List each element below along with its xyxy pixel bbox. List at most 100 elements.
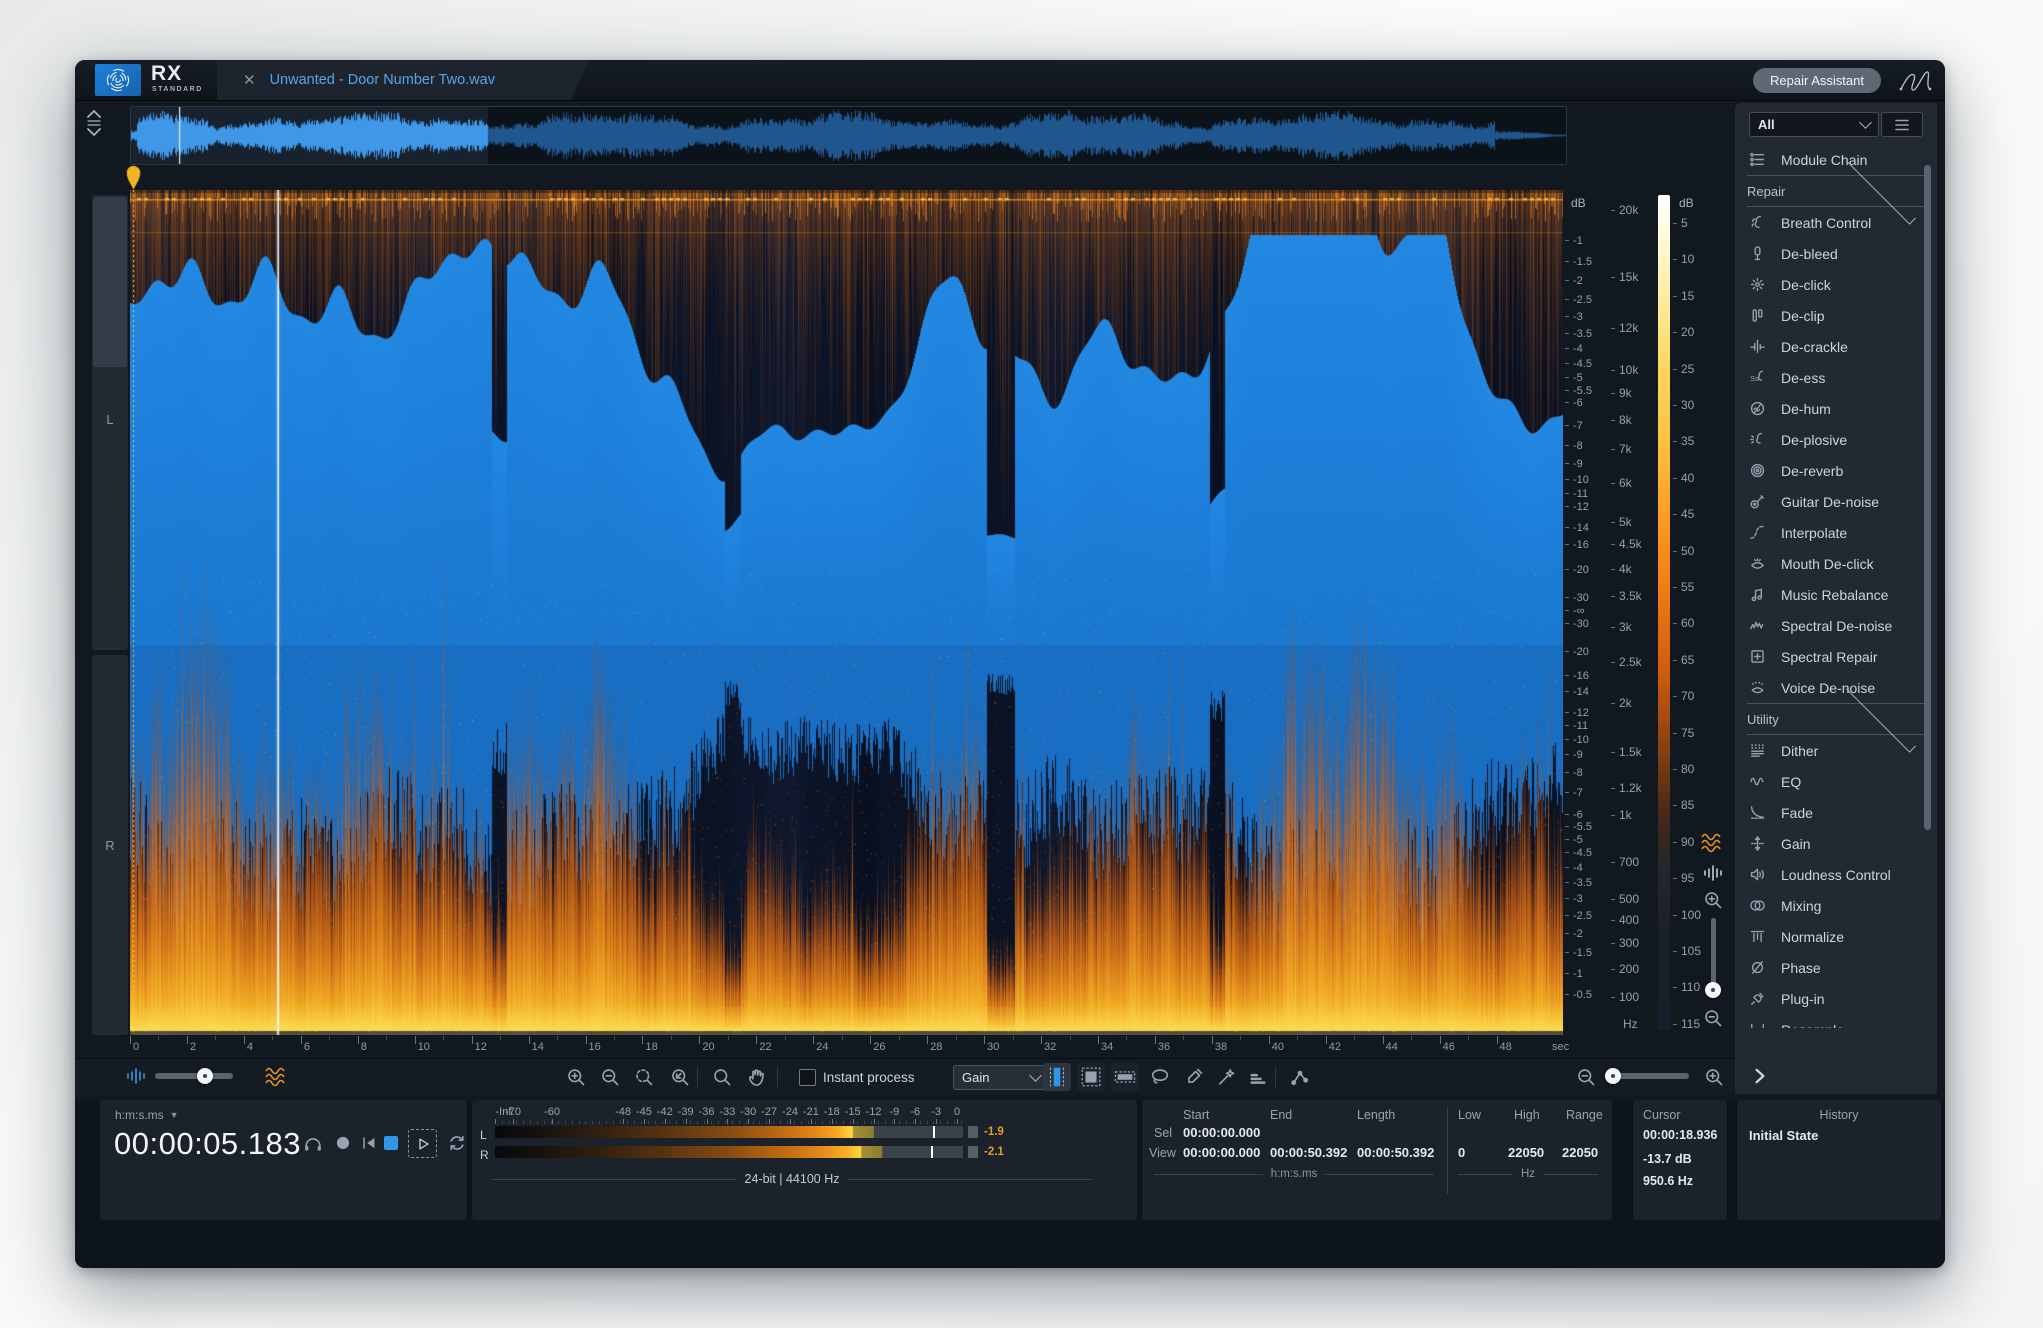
module-item-module-chain[interactable]: Module Chain (1735, 144, 1937, 175)
module-item-de-hum[interactable]: De-hum (1735, 393, 1937, 424)
freq-low-value[interactable]: 0 (1458, 1145, 1465, 1160)
history-item[interactable]: Initial State (1737, 1122, 1941, 1143)
freq-high-value[interactable]: 22050 (1508, 1145, 1544, 1160)
close-tab-icon[interactable]: ✕ (243, 71, 256, 89)
nodes-tool-button[interactable] (1287, 1064, 1313, 1090)
lasso-tool-button[interactable] (1147, 1064, 1173, 1090)
meter-scale-tick (811, 1119, 812, 1124)
module-item-fade[interactable]: Fade (1735, 797, 1937, 828)
play-button[interactable] (408, 1129, 437, 1158)
waveform-overview[interactable] (130, 106, 1567, 165)
time-selection-tool[interactable] (1043, 1063, 1071, 1091)
module-filter-select[interactable]: All (1749, 112, 1879, 137)
module-item-de-bleed[interactable]: De-bleed (1735, 238, 1937, 269)
meter-scale-label: -24 (782, 1106, 798, 1118)
module-item-phase[interactable]: Phase (1735, 952, 1937, 983)
meter-bar-left (495, 1126, 963, 1138)
magnify-tool-button[interactable] (709, 1064, 735, 1090)
module-item-gain[interactable]: Gain (1735, 828, 1937, 859)
loop-button[interactable] (444, 1130, 470, 1156)
vertical-zoom-slider[interactable] (1711, 918, 1716, 990)
module-item-spectral-de-noise[interactable]: Spectral De-noise (1735, 610, 1937, 641)
process-selector[interactable]: Gain (953, 1065, 1049, 1090)
module-item-de-reverb[interactable]: De-reverb (1735, 455, 1937, 486)
waveform-view-icon[interactable] (125, 1067, 147, 1085)
brush-tool-button[interactable] (1181, 1064, 1207, 1090)
time-ruler[interactable]: sec 024681012141618202224262830323436384… (130, 1036, 1563, 1058)
module-item-resample[interactable]: Resample (1735, 1014, 1937, 1028)
playhead-time-display[interactable]: 00:00:05.183 (114, 1126, 301, 1162)
module-item-spectral-repair[interactable]: Spectral Repair (1735, 641, 1937, 672)
view-blend-slider-knob[interactable] (197, 1068, 213, 1084)
module-item-plug-in[interactable]: Plug-in (1735, 983, 1937, 1014)
module-item-interpolate[interactable]: Interpolate (1735, 517, 1937, 548)
stop-button[interactable] (384, 1136, 398, 1150)
record-button[interactable] (330, 1130, 356, 1156)
view-blend-slider[interactable] (155, 1073, 233, 1079)
module-item-de-crackle[interactable]: De-crackle (1735, 331, 1937, 362)
module-item-voice-de-noise[interactable]: Voice De-noise (1735, 672, 1937, 703)
module-menu-button[interactable] (1881, 112, 1923, 137)
view-length-value[interactable]: 00:00:50.392 (1357, 1145, 1434, 1160)
module-item-eq[interactable]: EQ (1735, 766, 1937, 797)
spectrogram-colorbar[interactable] (1658, 195, 1670, 1030)
h-zoom-in-button[interactable] (1701, 1064, 1727, 1090)
module-section-header-repair[interactable]: Repair (1747, 175, 1925, 207)
freq-range-value[interactable]: 22050 (1562, 1145, 1598, 1160)
ruler-tick (1041, 1036, 1042, 1044)
module-item-de-click[interactable]: De-click (1735, 269, 1937, 300)
izotope-logo[interactable] (95, 64, 141, 96)
zoom-out-time-button[interactable] (597, 1064, 623, 1090)
frequency-selection-tool[interactable] (1111, 1063, 1139, 1091)
fill-tool-button[interactable] (1245, 1064, 1271, 1090)
spectrogram-display[interactable] (130, 190, 1563, 1035)
de-reverb-icon (1749, 463, 1769, 479)
vertical-zoom-out-icon[interactable] (1703, 1008, 1723, 1028)
file-tab[interactable]: ✕ Unwanted - Door Number Two.wav (217, 60, 589, 100)
module-item-loudness-control[interactable]: Loudness Control (1735, 859, 1937, 890)
module-item-de-plosive[interactable]: De-plosive (1735, 424, 1937, 455)
vertical-zoom-in-icon[interactable] (1703, 890, 1723, 910)
meter-minor-tick (773, 1121, 774, 1124)
h-zoom-out-button[interactable] (1573, 1064, 1599, 1090)
module-item-label: EQ (1781, 774, 1801, 790)
vertical-zoom-slider-knob[interactable] (1705, 982, 1721, 998)
panel-collapse-icon[interactable] (1751, 1066, 1769, 1086)
overview-expand-icon[interactable] (83, 108, 105, 138)
meter-minor-tick (732, 1121, 733, 1124)
sel-start-value[interactable]: 00:00:00.000 (1183, 1125, 1260, 1140)
module-item-de-ess[interactable]: SsDe-ess (1735, 362, 1937, 393)
grab-tool-button[interactable] (743, 1064, 769, 1090)
clip-indicator-right[interactable] (968, 1146, 978, 1158)
time-format-selector[interactable]: h:m:s.ms ▼ (115, 1108, 179, 1122)
h-zoom-slider-knob[interactable] (1605, 1068, 1621, 1084)
module-item-normalize[interactable]: Normalize (1735, 921, 1937, 952)
zoom-reset-button[interactable] (667, 1064, 693, 1090)
spectrogram-view-icon[interactable] (263, 1066, 291, 1088)
module-item-mouth-de-click[interactable]: Mouth De-click (1735, 548, 1937, 579)
meter-minor-tick (648, 1121, 649, 1124)
module-item-guitar-de-noise[interactable]: Guitar De-noise (1735, 486, 1937, 517)
zoom-selection-button[interactable] (631, 1064, 657, 1090)
view-start-value[interactable]: 00:00:00.000 (1183, 1145, 1260, 1160)
gutter-scroll-thumb[interactable] (93, 197, 127, 367)
module-item-de-clip[interactable]: De-clip (1735, 300, 1937, 331)
view-end-value[interactable]: 00:00:50.392 (1270, 1145, 1347, 1160)
magic-wand-tool-button[interactable] (1213, 1064, 1239, 1090)
waveform-emphasis-icon[interactable] (1702, 864, 1724, 882)
brush-icon (1184, 1067, 1204, 1087)
monitor-button[interactable] (300, 1130, 326, 1156)
instant-process-checkbox[interactable] (799, 1069, 816, 1086)
playhead-pin[interactable] (125, 164, 142, 190)
time-frequency-selection-tool[interactable] (1077, 1063, 1105, 1091)
go-to-start-button[interactable] (356, 1130, 382, 1156)
repair-assistant-button[interactable]: Repair Assistant (1753, 68, 1881, 93)
module-item-mixing[interactable]: Mixing (1735, 890, 1937, 921)
de-click-icon (1749, 277, 1769, 293)
module-section-header-utility[interactable]: Utility (1747, 703, 1925, 735)
clip-indicator-left[interactable] (968, 1126, 978, 1138)
module-item-music-rebalance[interactable]: Music Rebalance (1735, 579, 1937, 610)
zoom-in-time-button[interactable] (563, 1064, 589, 1090)
module-list-scrollbar[interactable] (1924, 165, 1931, 830)
spectrogram-emphasis-icon[interactable] (1699, 832, 1727, 854)
